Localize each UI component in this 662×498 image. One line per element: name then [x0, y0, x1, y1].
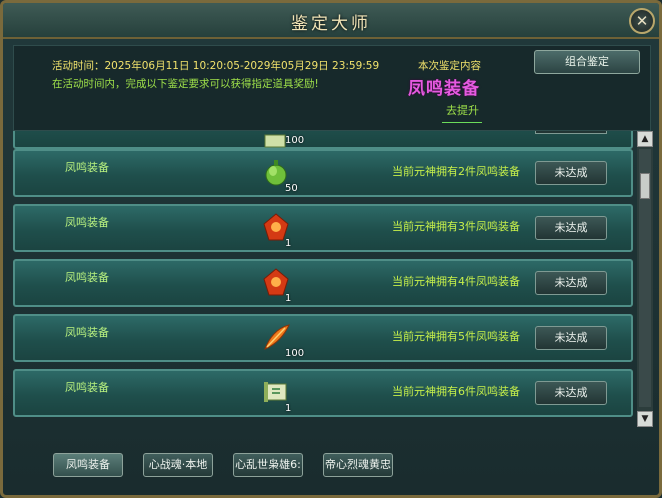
list-scrollbar[interactable]: ▲ ▼ — [637, 131, 653, 427]
tab-zhanhun-local[interactable]: 心战魂·本地 — [143, 453, 213, 477]
status-button[interactable]: 未达成 — [535, 271, 607, 295]
goto-upgrade-link[interactable]: 去提升 — [446, 102, 479, 118]
content-name: 凤鸣装备 — [408, 79, 480, 99]
list-item: 凤鸣装备 1 当前元神拥有4件凤鸣装备 未达成 — [13, 259, 633, 307]
list-item: 100 — [13, 131, 633, 149]
scroll-thumb[interactable] — [640, 173, 650, 199]
status-button[interactable]: 未达成 — [535, 381, 607, 405]
row-category: 凤鸣装备 — [65, 216, 109, 229]
activity-time: 活动时间：2025年06月11日 10:20:05-2029年05月29日 23… — [52, 60, 380, 72]
appraisal-master-window: 鉴定大师 ✕ 活动时间：2025年06月11日 10:20:05-2029年05… — [0, 0, 662, 498]
status-button[interactable]: 未达成 — [535, 161, 607, 185]
row-requirement: 当前元神拥有2件凤鸣装备 — [392, 165, 520, 178]
title-bar: 鉴定大师 ✕ — [3, 3, 659, 39]
list-item: 凤鸣装备 100 当前元神拥有5件凤鸣装备 未达成 — [13, 314, 633, 362]
row-requirement: 当前元神拥有4件凤鸣装备 — [392, 275, 520, 288]
list-item: 凤鸣装备 1 当前元神拥有6件凤鸣装备 未达成 — [13, 369, 633, 417]
activity-description: 在活动时间内，完成以下鉴定要求可以获得指定道具奖励! — [52, 78, 319, 90]
content-label: 本次鉴定内容 — [418, 60, 481, 72]
row-category: 凤鸣装备 — [65, 161, 109, 174]
item-count: 100 — [285, 135, 305, 146]
scroll-down-icon[interactable]: ▼ — [637, 411, 653, 427]
row-category: 凤鸣装备 — [65, 326, 109, 339]
list-item: 凤鸣装备 50 当前元神拥有2件凤鸣装备 未达成 — [13, 149, 633, 197]
category-tabs: 凤鸣装备 心战魂·本地 心乱世枭雄6: 帝心烈魂黄忠 — [53, 453, 413, 477]
status-button[interactable]: 未达成 — [535, 326, 607, 350]
item-count: 1 — [285, 403, 292, 414]
info-panel: 活动时间：2025年06月11日 10:20:05-2029年05月29日 23… — [13, 45, 651, 131]
row-category: 凤鸣装备 — [65, 271, 109, 284]
scroll-up-icon[interactable]: ▲ — [637, 131, 653, 147]
reward-list: 100 凤鸣装备 50 当前元神拥有2件凤鸣装备 未达成 凤鸣装备 1 当前元神… — [13, 131, 633, 427]
row-requirement: 当前元神拥有5件凤鸣装备 — [392, 330, 520, 343]
status-button-partial[interactable] — [535, 131, 607, 134]
item-count: 100 — [285, 348, 305, 359]
tab-fengming-equipment[interactable]: 凤鸣装备 — [53, 453, 123, 477]
tab-luanshi-xiaoxiong[interactable]: 心乱世枭雄6: — [233, 453, 303, 477]
row-requirement: 当前元神拥有3件凤鸣装备 — [392, 220, 520, 233]
row-category: 凤鸣装备 — [65, 381, 109, 394]
close-icon[interactable]: ✕ — [629, 8, 655, 34]
goto-underline — [442, 122, 482, 123]
list-item: 凤鸣装备 1 当前元神拥有3件凤鸣装备 未达成 — [13, 204, 633, 252]
row-requirement: 当前元神拥有6件凤鸣装备 — [392, 385, 520, 398]
window-title: 鉴定大师 — [291, 14, 371, 34]
scroll-track[interactable] — [639, 149, 651, 407]
item-count: 1 — [285, 293, 292, 304]
combo-appraise-button[interactable]: 组合鉴定 — [534, 50, 640, 74]
status-button[interactable]: 未达成 — [535, 216, 607, 240]
tab-diexin-liehun[interactable]: 帝心烈魂黄忠 — [323, 453, 393, 477]
item-count: 50 — [285, 183, 298, 194]
item-count: 1 — [285, 238, 292, 249]
